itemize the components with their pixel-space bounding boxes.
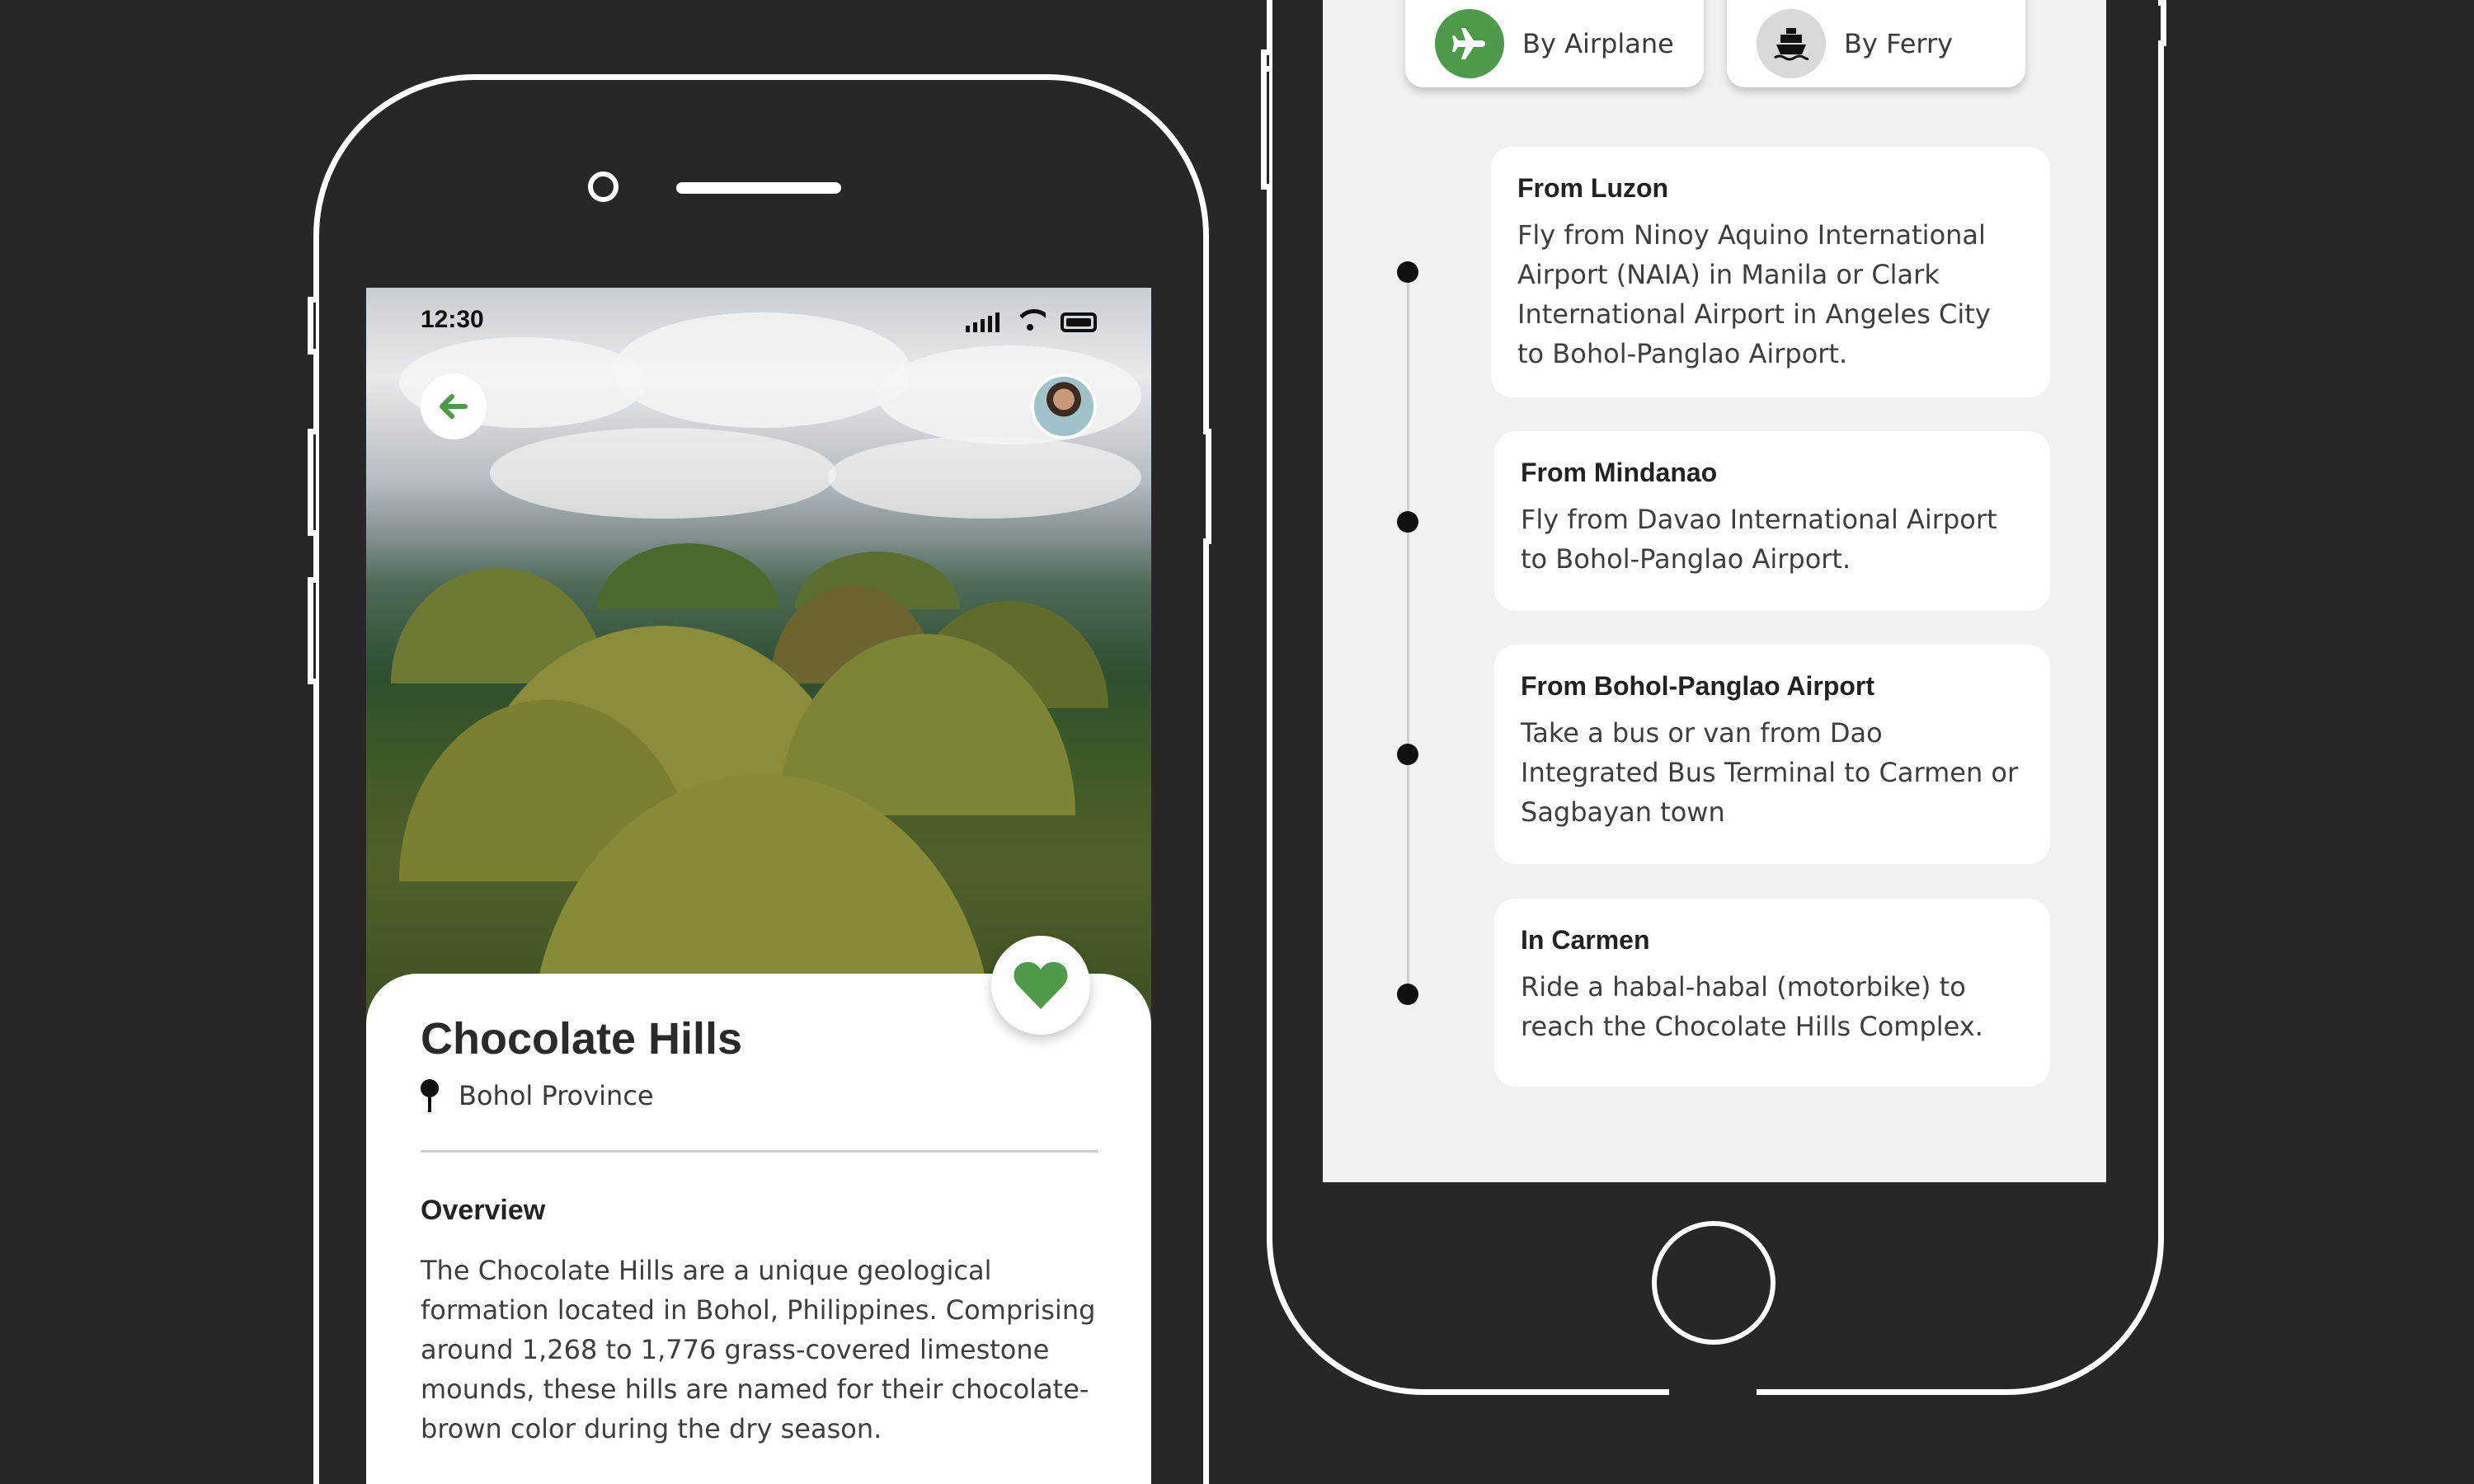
overview-text: The Chocolate Hills are a unique geologi… [421,1255,1096,1444]
step-card: From Mindanao Fly from Davao Internation… [1494,431,2050,611]
phone-power-button [1203,429,1211,544]
step-text: Fly from Ninoy Aquino International Airp… [1517,219,1991,369]
step-title: From Bohol-Panglao Airport [1521,671,1875,701]
earpiece-speaker [676,182,841,194]
cellular-signal-icon [966,312,999,332]
step-text: Ride a habal-habal (motorbike) to reach … [1521,971,1983,1042]
step-card: In Carmen Ride a habal-habal (motorbike)… [1494,899,2050,1087]
timeline-dot [1397,984,1418,1005]
step-title: In Carmen [1521,925,1650,955]
ferry-icon [1757,9,1826,78]
battery-icon [1061,312,1097,332]
location-label: Bohol Province [459,1080,654,1111]
front-camera [588,171,618,202]
step-text: Take a bus or van from Dao Integrated Bu… [1521,717,2019,828]
tab-by-airplane[interactable]: By Airplane [1405,0,1704,87]
destination-title: Chocolate Hills [421,1014,743,1064]
phone-power-button-right [2158,0,2166,46]
phone-side-button [1261,66,1269,190]
wifi-icon [1014,309,1046,332]
phone-volume-up-button [308,429,316,536]
tab-label: By Airplane [1522,28,1674,59]
timeline-line [1407,272,1409,998]
status-icons [966,309,1097,332]
favorite-button[interactable] [991,936,1090,1035]
phone-volume-down-button [308,577,316,684]
status-time: 12:30 [421,306,484,333]
tab-label: By Ferry [1844,28,1954,59]
timeline-dot [1397,511,1418,533]
step-title: From Luzon [1517,173,1669,203]
arrow-left-icon [440,394,468,419]
step-text: Fly from Davao International Airport to … [1521,504,1997,575]
airplane-icon [1435,9,1504,78]
phone-bottom-notch [1669,1387,1757,1397]
timeline-dot [1397,744,1418,765]
destination-screen: 12:30 Chocolate Hills Bohol Province Ove… [366,288,1151,1484]
section-divider [421,1150,1098,1153]
step-title: From Mindanao [1521,458,1718,487]
overview-heading: Overview [421,1195,546,1226]
destination-location: Bohol Province [421,1079,654,1112]
step-card: From Luzon Fly from Ninoy Aquino Interna… [1491,147,2050,397]
timeline-dot [1397,261,1418,283]
map-pin-icon [421,1079,439,1112]
tab-by-ferry[interactable]: By Ferry [1727,0,2025,87]
heart-icon [1014,961,1068,1009]
step-card: From Bohol-Panglao Airport Take a bus or… [1494,645,2050,864]
back-button[interactable] [421,373,487,439]
phone-mute-switch [308,297,316,355]
home-button[interactable] [1652,1221,1776,1345]
user-avatar[interactable] [1031,373,1097,439]
